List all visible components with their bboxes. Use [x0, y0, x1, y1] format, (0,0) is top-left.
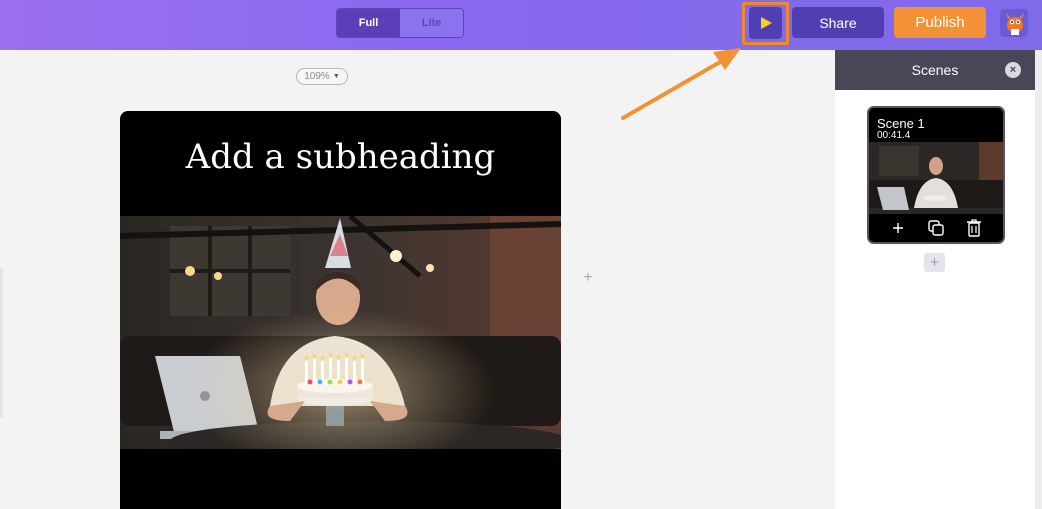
- play-preview-button[interactable]: [749, 7, 782, 39]
- scene-title: Scene 1: [877, 116, 925, 131]
- chevron-down-icon: ▼: [332, 73, 340, 80]
- scene-thumbnail: [869, 142, 1003, 214]
- duplicate-icon: [928, 220, 944, 236]
- scene-tools: [869, 214, 1003, 242]
- close-scenes-button[interactable]: ×: [1005, 62, 1021, 78]
- zoom-level: 109%: [304, 71, 330, 82]
- subheading-text[interactable]: Add a subheading: [120, 137, 561, 177]
- zoom-dropdown[interactable]: 109% ▼: [296, 68, 348, 85]
- birthday-photo-image: [120, 216, 561, 449]
- birthday-photo[interactable]: [120, 216, 561, 449]
- delete-button[interactable]: [964, 218, 984, 238]
- scene-card[interactable]: Scene 1 00:41.4: [867, 106, 1005, 244]
- share-button[interactable]: Share: [792, 7, 884, 38]
- view-mode-toggle[interactable]: Full Lite: [336, 8, 464, 38]
- duplicate-button[interactable]: [926, 218, 946, 238]
- annotation-arrow-icon: [621, 48, 741, 120]
- scrollbar[interactable]: [1035, 50, 1042, 509]
- lite-mode-option[interactable]: Lite: [400, 9, 463, 37]
- close-icon: ×: [1009, 64, 1017, 76]
- scene-canvas[interactable]: Add a subheading: [120, 111, 561, 509]
- plus-icon: [893, 223, 903, 233]
- scene-duration: 00:41.4: [877, 130, 911, 141]
- trash-icon: [967, 219, 981, 237]
- user-avatar[interactable]: [1000, 9, 1028, 37]
- mascot-avatar-icon: [1000, 9, 1028, 37]
- left-panel-edge: [0, 268, 3, 418]
- add-scene-button[interactable]: +: [924, 253, 945, 272]
- scenes-title: Scenes: [911, 62, 959, 78]
- scenes-panel: Scenes × Scene 1 00:41.4 +: [835, 50, 1035, 509]
- full-mode-option[interactable]: Full: [337, 9, 400, 37]
- top-toolbar: Full Lite Share Publish: [0, 0, 1042, 50]
- add-scene-plus-icon[interactable]: +: [580, 270, 596, 286]
- publish-button[interactable]: Publish: [894, 7, 986, 38]
- add-button[interactable]: [888, 218, 908, 238]
- play-icon: [760, 17, 772, 29]
